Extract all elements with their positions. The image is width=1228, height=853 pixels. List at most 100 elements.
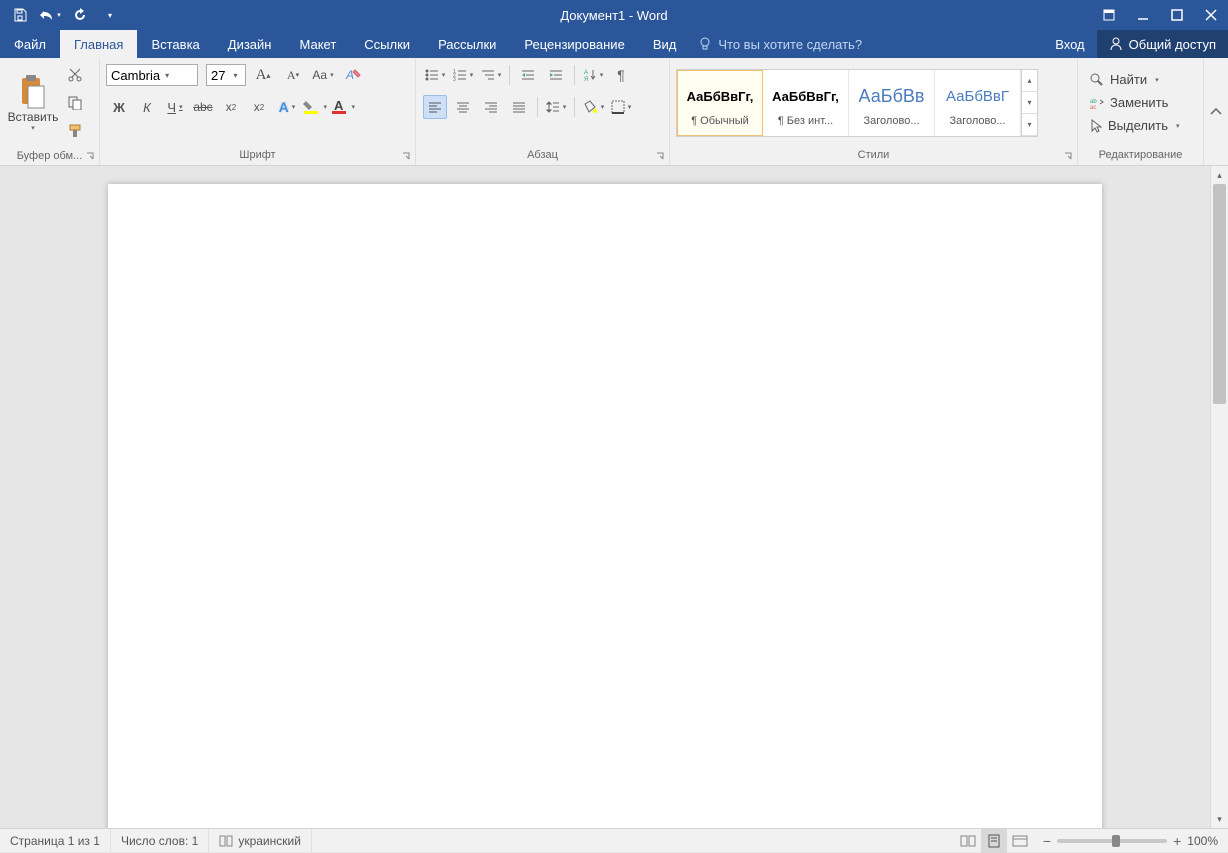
tab-review[interactable]: Рецензирование <box>510 30 638 58</box>
tab-mailings[interactable]: Рассылки <box>424 30 510 58</box>
web-layout-button[interactable] <box>1007 829 1033 853</box>
save-icon <box>13 8 27 22</box>
share-button[interactable]: Общий доступ <box>1097 30 1228 58</box>
shading-button[interactable] <box>581 95 605 119</box>
tab-home[interactable]: Главная <box>60 30 137 58</box>
svg-text:3: 3 <box>453 77 456 81</box>
tab-insert[interactable]: Вставка <box>137 30 213 58</box>
borders-button[interactable] <box>609 95 633 119</box>
page-canvas[interactable] <box>108 184 1102 828</box>
font-size-combo[interactable]: 27▾ <box>206 64 246 86</box>
ribbon-display-options[interactable] <box>1092 0 1126 30</box>
zoom-level[interactable]: 100% <box>1187 834 1218 848</box>
svg-text:A: A <box>584 70 588 76</box>
styles-more[interactable]: ▾ <box>1022 114 1037 136</box>
copy-button[interactable] <box>63 91 87 115</box>
font-color-button[interactable]: A <box>331 95 355 119</box>
clear-format-button[interactable]: A <box>341 63 365 87</box>
zoom-in-button[interactable]: + <box>1173 833 1181 849</box>
sign-in-button[interactable]: Вход <box>1043 30 1096 58</box>
redo-button[interactable] <box>66 2 94 28</box>
language-status[interactable]: украинский <box>209 829 312 852</box>
font-dialog-launcher[interactable] <box>400 150 412 162</box>
tell-me-box[interactable] <box>690 30 1043 58</box>
subscript-button[interactable]: x2 <box>219 95 243 119</box>
grow-font-button[interactable]: A▴ <box>251 63 275 87</box>
scroll-down-button[interactable]: ▾ <box>1211 810 1228 828</box>
sort-button[interactable]: AЯ <box>581 63 605 87</box>
increase-indent-button[interactable] <box>544 63 568 87</box>
bullets-button[interactable] <box>423 63 447 87</box>
replace-button[interactable]: abac Заменить <box>1086 93 1184 112</box>
tab-references[interactable]: Ссылки <box>350 30 424 58</box>
maximize-icon <box>1171 9 1183 21</box>
document-viewport[interactable] <box>0 166 1210 828</box>
print-layout-button[interactable] <box>981 829 1007 853</box>
bucket-icon <box>582 100 598 114</box>
multilevel-list-button[interactable] <box>479 63 503 87</box>
shrink-font-button[interactable]: A▾ <box>281 63 305 87</box>
zoom-slider[interactable] <box>1057 839 1167 843</box>
decrease-indent-button[interactable] <box>516 63 540 87</box>
format-painter-button[interactable] <box>63 119 87 143</box>
justify-icon <box>512 101 526 113</box>
paste-icon <box>18 74 48 110</box>
strikethrough-button[interactable]: abc <box>191 95 215 119</box>
align-center-button[interactable] <box>451 95 475 119</box>
svg-text:ac: ac <box>1090 105 1096 109</box>
clipboard-dialog-launcher[interactable] <box>84 150 96 162</box>
align-right-button[interactable] <box>479 95 503 119</box>
text-effects-button[interactable]: A <box>275 95 299 119</box>
launcher-icon <box>402 152 410 160</box>
numbering-button[interactable]: 123 <box>451 63 475 87</box>
tell-me-input[interactable] <box>718 37 918 52</box>
word-count-status[interactable]: Число слов: 1 <box>111 829 209 852</box>
collapse-ribbon-button[interactable] <box>1204 58 1228 165</box>
styles-gallery: АаБбВвГг, ¶ Обычный АаБбВвГг, ¶ Без инт.… <box>676 69 1038 137</box>
superscript-button[interactable]: x2 <box>247 95 271 119</box>
minimize-button[interactable] <box>1126 0 1160 30</box>
styles-dialog-launcher[interactable] <box>1062 150 1074 162</box>
style-heading1[interactable]: АаБбВв Заголово... <box>849 70 935 136</box>
styles-up[interactable]: ▴ <box>1022 70 1037 92</box>
close-button[interactable] <box>1194 0 1228 30</box>
read-mode-button[interactable] <box>955 829 981 853</box>
tab-design[interactable]: Дизайн <box>214 30 286 58</box>
select-button[interactable]: Выделить▾ <box>1086 116 1184 135</box>
find-button[interactable]: Найти▾ <box>1086 70 1184 89</box>
tab-layout[interactable]: Макет <box>285 30 350 58</box>
scroll-thumb[interactable] <box>1213 184 1226 404</box>
scroll-track[interactable] <box>1211 184 1228 810</box>
justify-button[interactable] <box>507 95 531 119</box>
cut-button[interactable] <box>63 63 87 87</box>
style-no-spacing[interactable]: АаБбВвГг, ¶ Без инт... <box>763 70 849 136</box>
maximize-button[interactable] <box>1160 0 1194 30</box>
tab-file[interactable]: Файл <box>0 30 60 58</box>
svg-text:A: A <box>334 99 344 113</box>
zoom-slider-thumb[interactable] <box>1112 835 1120 847</box>
tab-view[interactable]: Вид <box>639 30 691 58</box>
save-button[interactable] <box>6 2 34 28</box>
scroll-up-button[interactable]: ▴ <box>1211 166 1228 184</box>
paragraph-dialog-launcher[interactable] <box>654 150 666 162</box>
share-label: Общий доступ <box>1129 37 1216 52</box>
vertical-scrollbar[interactable]: ▴ ▾ <box>1210 166 1228 828</box>
bold-button[interactable]: Ж <box>107 95 131 119</box>
show-paragraph-marks-button[interactable]: ¶ <box>609 63 633 87</box>
font-name-combo[interactable]: Cambria▾ <box>106 64 198 86</box>
qat-customize[interactable]: ▾ <box>96 2 124 28</box>
change-case-button[interactable]: Aa <box>311 63 335 87</box>
italic-button[interactable]: К <box>135 95 159 119</box>
zoom-out-button[interactable]: − <box>1043 833 1051 849</box>
style-heading2[interactable]: АаБбВвГ Заголово... <box>935 70 1021 136</box>
underline-button[interactable]: Ч <box>163 95 187 119</box>
line-spacing-button[interactable] <box>544 95 568 119</box>
styles-down[interactable]: ▾ <box>1022 92 1037 114</box>
align-left-button[interactable] <box>423 95 447 119</box>
page-number-status[interactable]: Страница 1 из 1 <box>0 829 111 852</box>
highlight-button[interactable] <box>303 95 327 119</box>
style-normal[interactable]: АаБбВвГг, ¶ Обычный <box>677 70 763 136</box>
indent-icon <box>549 69 563 81</box>
undo-button[interactable]: ▾ <box>36 2 64 28</box>
paste-button[interactable]: Вставить ▾ <box>6 65 60 141</box>
